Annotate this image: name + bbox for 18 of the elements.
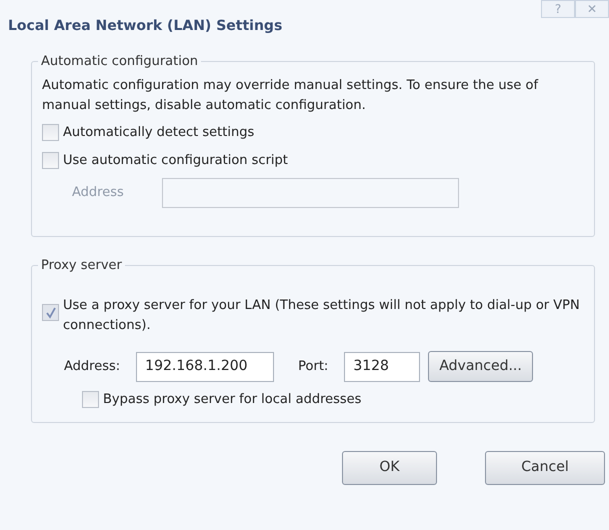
- input-field[interactable]: 3128: [344, 352, 420, 382]
- checkbox-label: Use automatic configuration script: [63, 152, 288, 170]
- checkbox[interactable]: [42, 152, 59, 169]
- field-label: Address: [71, 184, 125, 202]
- checkbox-label: Bypass proxy server for local addresses: [103, 391, 362, 409]
- field-label: Address:: [64, 358, 120, 376]
- checkbox-label: Use a proxy server for your LAN (These settings will not apply to dial-up or VPN connections).: [63, 297, 581, 334]
- cancel-button[interactable]: Cancel: [485, 450, 605, 484]
- advanced-button[interactable]: Advanced...: [428, 351, 533, 382]
- checkbox[interactable]: [42, 124, 59, 142]
- checkbox[interactable]: [82, 391, 99, 408]
- input-field[interactable]: [162, 178, 459, 208]
- field-label: Port:: [298, 358, 328, 376]
- description-text: Automatic configuration may override manual settings. To ensure the use of manual settings, disable automatic configuration.: [42, 77, 540, 114]
- input-field[interactable]: 192.168.1.200: [136, 352, 274, 382]
- checkbox-label: Automatically detect settings: [63, 124, 254, 142]
- ok-button[interactable]: OK: [342, 450, 437, 484]
- window-title: Local Area Network (LAN) Settings: [7, 17, 282, 36]
